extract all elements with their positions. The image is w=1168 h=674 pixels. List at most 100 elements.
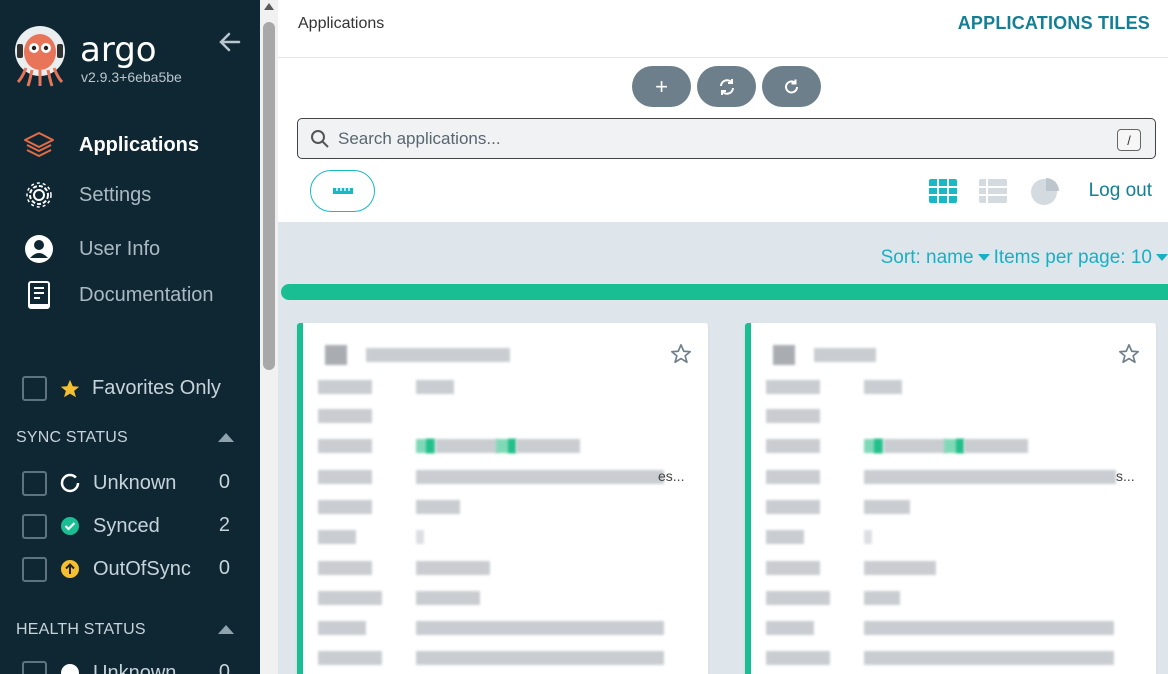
search-input[interactable] <box>338 128 1098 149</box>
app-field-redacted <box>318 500 698 514</box>
health-status-title: HEALTH STATUS <box>16 621 146 638</box>
question-circle-icon <box>59 662 81 674</box>
favorites-checkbox[interactable] <box>22 376 47 401</box>
app-field-redacted <box>766 439 1146 453</box>
filter-count: 2 <box>218 514 230 536</box>
sync-apps-button[interactable] <box>697 66 756 107</box>
brand-name: argo <box>80 30 157 70</box>
favorite-star-icon[interactable] <box>1118 343 1140 365</box>
applications-content: Sort: name Items per page: 10 es... s... <box>278 222 1168 674</box>
filters-toggle-button[interactable] <box>310 170 375 212</box>
application-tile[interactable]: s... <box>745 323 1156 674</box>
filter-checkbox[interactable] <box>22 660 47 674</box>
action-buttons: + <box>632 66 821 107</box>
application-tile[interactable]: es... <box>297 323 708 674</box>
app-field-redacted <box>766 500 1146 514</box>
app-field-redacted <box>766 530 1146 544</box>
header-divider <box>278 57 1168 58</box>
search-icon <box>311 129 329 148</box>
repo-url-ellipsis: s... <box>1116 468 1135 484</box>
search-bar[interactable]: / <box>297 118 1156 159</box>
app-field-redacted <box>318 409 698 423</box>
app-field-redacted <box>766 380 1146 394</box>
collapse-caret-icon[interactable] <box>218 433 234 442</box>
nav-label: User Info <box>79 237 161 260</box>
summary-pie-view-icon[interactable] <box>1029 175 1061 207</box>
tiles-view-icon[interactable] <box>927 175 959 207</box>
repo-url-ellipsis: es... <box>658 468 685 484</box>
collapse-sidebar-icon[interactable] <box>218 30 242 54</box>
filter-label: Unknown <box>93 661 177 674</box>
plus-icon: + <box>655 73 668 99</box>
star-icon <box>60 379 80 397</box>
app-field-redacted <box>318 530 698 544</box>
refresh-apps-button[interactable] <box>762 66 821 107</box>
sync-status-title: SYNC STATUS <box>16 429 128 446</box>
nav-documentation[interactable]: Documentation <box>22 278 252 312</box>
filter-checkbox[interactable] <box>22 470 47 496</box>
favorites-label: Favorites Only <box>92 377 221 399</box>
user-icon <box>22 232 56 266</box>
new-app-button[interactable]: + <box>632 66 691 107</box>
sidebar-scrollbar[interactable] <box>260 0 278 674</box>
app-field-redacted <box>766 561 1146 575</box>
sync-status-summary-bar[interactable] <box>281 284 1168 300</box>
caret-down-icon <box>977 254 990 262</box>
sync-filter-unknown[interactable]: Unknown 0 <box>22 470 232 496</box>
scroll-thumb[interactable] <box>263 22 275 370</box>
arrow-up-circle-icon <box>59 558 81 580</box>
sidebar: argo v2.9.3+6eba5be Applications Setting… <box>0 0 260 674</box>
filter-count: 0 <box>218 661 230 674</box>
nav-label: Settings <box>79 183 152 206</box>
filter-count: 0 <box>218 557 230 579</box>
unknown-circle-icon <box>59 472 81 494</box>
filter-checkbox[interactable] <box>22 513 47 539</box>
gear-icon <box>22 178 56 212</box>
app-field-redacted <box>318 651 698 665</box>
refresh-icon <box>784 79 798 93</box>
app-field-redacted: es... <box>318 468 698 484</box>
argo-logo-icon <box>15 26 65 87</box>
app-field-redacted <box>318 591 698 605</box>
favorites-only-filter[interactable]: Favorites Only <box>22 376 221 401</box>
items-per-page-dropdown[interactable]: Items per page: 10 <box>994 247 1168 268</box>
app-field-redacted <box>318 380 698 394</box>
sort-toolbar: Sort: name Items per page: 10 <box>881 247 1168 269</box>
version-label: v2.9.3+6eba5be <box>81 69 182 85</box>
filter-checkbox[interactable] <box>22 556 47 582</box>
nav-settings[interactable]: Settings <box>22 178 252 212</box>
filter-label: Unknown <box>93 471 177 494</box>
page-title: APPLICATIONS TILES <box>957 13 1150 33</box>
health-filter-unknown[interactable]: Unknown 0 <box>22 660 232 674</box>
book-icon <box>22 278 56 312</box>
search-shortcut-hint: / <box>1117 129 1141 151</box>
nav-label: Applications <box>79 133 200 156</box>
filter-count: 0 <box>218 471 230 493</box>
sort-dropdown[interactable]: Sort: name <box>881 247 994 268</box>
caret-down-icon <box>1156 254 1168 262</box>
app-field-redacted <box>766 409 1146 423</box>
app-field-redacted: s... <box>766 468 1146 484</box>
nav-user-info[interactable]: User Info <box>22 232 252 266</box>
app-field-redacted <box>318 439 698 453</box>
app-field-redacted <box>766 651 1146 665</box>
collapse-caret-icon[interactable] <box>218 625 234 634</box>
breadcrumb[interactable]: Applications <box>298 15 384 33</box>
layers-icon <box>22 128 56 162</box>
top-header: Applications APPLICATIONS TILES + / Log … <box>278 0 1168 222</box>
app-field-redacted <box>318 561 698 575</box>
list-view-icon[interactable] <box>977 175 1009 207</box>
favorite-star-icon[interactable] <box>670 343 692 365</box>
sync-filter-outofsync[interactable]: OutOfSync 0 <box>22 556 232 582</box>
app-field-redacted <box>766 591 1146 605</box>
scroll-up-arrow-icon[interactable] <box>264 3 274 10</box>
sync-filter-synced[interactable]: Synced 2 <box>22 513 232 539</box>
logout-link[interactable]: Log out <box>1089 180 1152 202</box>
sync-icon <box>719 78 734 95</box>
filter-label: OutOfSync <box>93 557 191 580</box>
check-circle-icon <box>59 515 81 537</box>
nav-applications[interactable]: Applications <box>22 128 252 162</box>
ruler-filter-icon <box>332 188 353 194</box>
nav-label: Documentation <box>79 283 214 306</box>
app-field-redacted <box>766 621 1146 635</box>
